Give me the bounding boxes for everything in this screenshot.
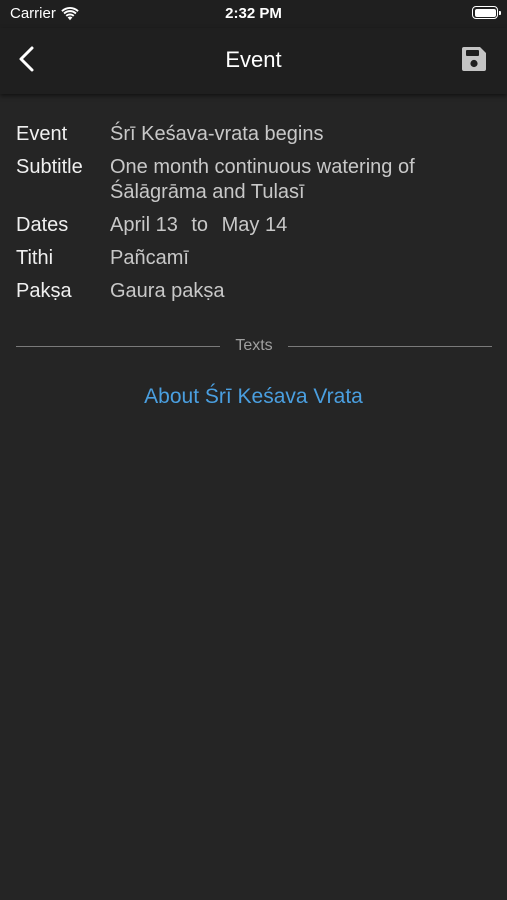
- tithi-label: Tithi: [16, 247, 54, 269]
- battery-level: [474, 8, 496, 17]
- text-link-kesava-vrata[interactable]: About Śrī Keśava Vrata: [0, 385, 507, 409]
- event-value: Śrī Keśava-vrata begins: [110, 123, 324, 145]
- divider-line-left: [16, 345, 221, 347]
- dates-label: Dates: [16, 214, 69, 236]
- paksa-label: Pakṣa: [16, 280, 72, 302]
- dates-end: May 14: [221, 214, 288, 236]
- save-icon: [462, 47, 486, 71]
- divider-line-right: [287, 345, 492, 347]
- dates-row: Dates April 13 to May 14: [16, 213, 496, 238]
- save-button[interactable]: [461, 46, 487, 72]
- paksa-value: Gaura pakṣa: [110, 280, 225, 302]
- texts-section-label: Texts: [235, 337, 273, 354]
- battery-tip: [499, 10, 501, 15]
- subtitle-row: Subtitle One month continuous watering o…: [16, 155, 496, 205]
- tithi-value: Pañcamī: [110, 247, 189, 269]
- dates-value: April 13 to May 14: [110, 213, 496, 238]
- event-details: Event Śrī Keśava-vrata begins Subtitle O…: [16, 122, 496, 312]
- navigation-bar: Event: [0, 28, 507, 94]
- status-bar: Carrier 2:32 PM: [0, 0, 507, 28]
- tithi-row: Tithi Pañcamī: [16, 246, 496, 271]
- subtitle-label: Subtitle: [16, 156, 83, 178]
- event-label: Event: [16, 123, 68, 145]
- texts-divider: Texts: [16, 334, 492, 358]
- page-title: Event: [225, 47, 282, 72]
- dates-separator: to: [191, 214, 209, 236]
- paksa-row: Pakṣa Gaura pakṣa: [16, 279, 496, 304]
- subtitle-value: One month continuous watering of Śālāgrā…: [110, 156, 415, 203]
- event-row: Event Śrī Keśava-vrata begins: [16, 122, 496, 147]
- dates-start: April 13: [110, 214, 178, 236]
- status-time: 2:32 PM: [225, 5, 282, 22]
- battery-icon: [472, 6, 501, 19]
